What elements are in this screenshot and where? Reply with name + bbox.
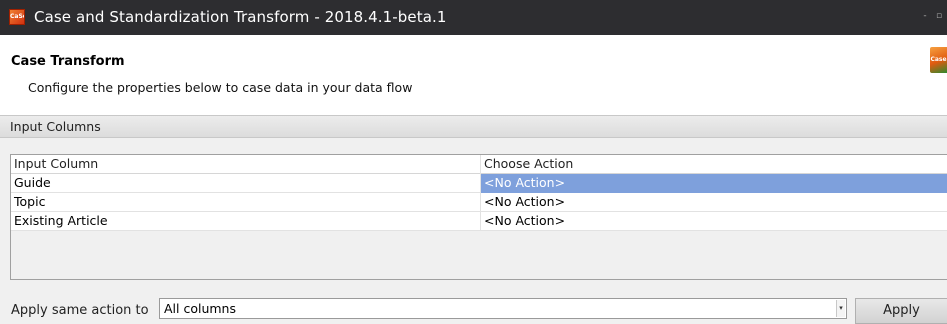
- section-header: Input Columns: [0, 116, 947, 138]
- action-cell[interactable]: <No Action>: [481, 174, 947, 193]
- chevron-down-icon[interactable]: ▾: [836, 300, 845, 317]
- input-column-cell[interactable]: Existing Article: [11, 212, 481, 231]
- app-icon: CaSe: [9, 9, 25, 25]
- apply-scope-value: All columns: [164, 301, 236, 316]
- input-column-cell[interactable]: Topic: [11, 193, 481, 212]
- page-description: Configure the properties below to case d…: [28, 80, 413, 95]
- grid-header: Input Column Choose Action: [11, 155, 947, 174]
- maximize-button[interactable]: ▫: [934, 10, 944, 22]
- transform-logo-icon: Case: [930, 47, 947, 73]
- apply-same-action-label: Apply same action to: [11, 303, 149, 318]
- header-panel: Case Transform Configure the properties …: [0, 35, 947, 115]
- apply-button[interactable]: Apply: [855, 298, 947, 324]
- minimize-button[interactable]: -: [920, 10, 930, 22]
- section-title: Input Columns: [10, 119, 101, 134]
- title-bar: CaSe Case and Standardization Transform …: [0, 0, 947, 35]
- input-column-cell[interactable]: Guide: [11, 174, 481, 193]
- page-title: Case Transform: [11, 54, 125, 69]
- table-row[interactable]: Existing Article <No Action>: [11, 212, 947, 231]
- apply-scope-select[interactable]: All columns ▾: [159, 298, 847, 319]
- column-header-input-column[interactable]: Input Column: [11, 155, 481, 174]
- table-row[interactable]: Topic <No Action>: [11, 193, 947, 212]
- action-cell[interactable]: <No Action>: [481, 212, 947, 231]
- column-header-choose-action[interactable]: Choose Action: [481, 155, 947, 174]
- input-columns-grid[interactable]: Input Column Choose Action Guide <No Act…: [10, 154, 947, 280]
- window-title: Case and Standardization Transform - 201…: [34, 8, 447, 26]
- table-row[interactable]: Guide <No Action>: [11, 174, 947, 193]
- action-cell[interactable]: <No Action>: [481, 193, 947, 212]
